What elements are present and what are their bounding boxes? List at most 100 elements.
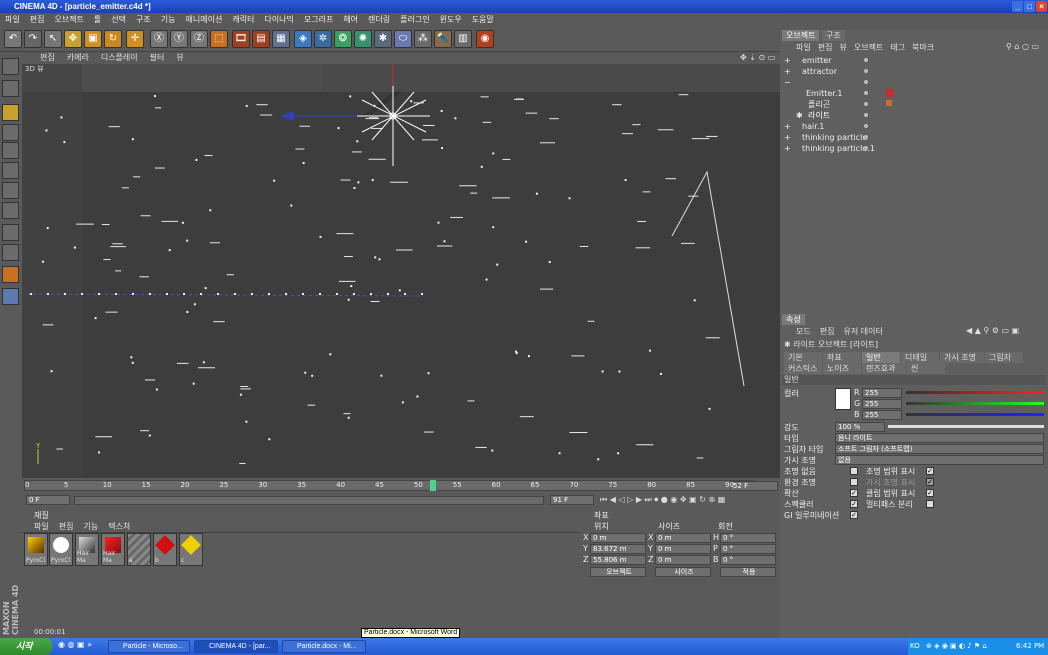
material-swatch[interactable]: Hair Ma <box>101 533 125 566</box>
position-y-field[interactable]: 83.672 m <box>590 544 646 554</box>
diffuse-checkbox[interactable]: ✓ <box>850 489 858 497</box>
menu-tools[interactable]: 툴 <box>89 13 106 27</box>
menu-window[interactable]: 윈도우 <box>435 13 467 27</box>
tab-structure[interactable]: 구조 <box>822 30 845 41</box>
scene-object-icon[interactable]: ⬭ <box>394 30 412 48</box>
menu-functions[interactable]: 기능 <box>156 13 181 27</box>
timeline-end-field[interactable]: 91 F <box>550 495 594 505</box>
language-indicator[interactable]: KO <box>910 638 920 655</box>
object-menu-bookmarks[interactable]: 북마크 <box>912 42 934 53</box>
object-row[interactable]: + hair.1 <box>780 121 1048 132</box>
object-menu-view[interactable]: 뷰 <box>839 42 846 53</box>
checker-icon[interactable] <box>2 224 19 241</box>
render-view-icon[interactable]: 🎞 <box>232 30 250 48</box>
tab-visible-light[interactable]: 가시 조명 <box>940 352 984 363</box>
tab-noise[interactable]: 노이즈 <box>823 363 861 374</box>
object-row[interactable]: − <box>780 77 1048 88</box>
workplane-icon[interactable] <box>2 266 19 283</box>
timeline-range-slider[interactable] <box>74 496 544 505</box>
size-mode-dropdown[interactable]: 사이즈 <box>655 567 711 577</box>
object-row[interactable]: + attractor <box>780 66 1048 77</box>
object-row[interactable]: + thinking particle <box>780 132 1048 143</box>
material-swatch[interactable]: Hair Ma <box>75 533 99 566</box>
color-g-field[interactable]: 255 <box>862 399 902 409</box>
tab-details[interactable]: 디테일 <box>901 352 939 363</box>
menu-edit[interactable]: 편집 <box>25 13 50 27</box>
render-picture-viewer-icon[interactable]: ▤ <box>252 30 270 48</box>
menu-hair[interactable]: 헤어 <box>338 13 363 27</box>
bp-paint-icon[interactable] <box>2 244 19 261</box>
points-tool-icon[interactable] <box>2 142 19 159</box>
tray-icons[interactable]: ⊕ ◈ ◉ ▣ ◐ ♪ ⚑ ⌂ <box>926 638 987 655</box>
visibility-dot[interactable] <box>864 124 868 128</box>
light-type-dropdown[interactable]: 옴니 라이트 <box>835 433 1044 443</box>
hair-object-icon[interactable]: ⁂ <box>414 30 432 48</box>
ambient-checkbox[interactable] <box>850 478 858 486</box>
apply-button[interactable]: 적용 <box>720 567 776 577</box>
visibility-dot[interactable] <box>864 69 868 73</box>
tab-lens-effects[interactable]: 렌즈효과 <box>862 363 906 374</box>
model-tool-icon[interactable] <box>2 104 19 121</box>
expand-icon[interactable]: + <box>784 132 791 143</box>
particle-icon[interactable]: ✱ <box>374 30 392 48</box>
redo-icon[interactable]: ↷ <box>24 30 42 48</box>
object-menu-file[interactable]: 파일 <box>796 42 811 53</box>
tag-icon[interactable] <box>886 89 894 97</box>
tab-objects[interactable]: 오브젝트 <box>782 30 820 41</box>
python-icon[interactable]: ◉ <box>476 30 494 48</box>
intensity-slider[interactable] <box>888 425 1044 428</box>
size-x-field[interactable]: 0 m <box>655 533 711 543</box>
cube-primitive-icon[interactable]: ◈ <box>294 30 312 48</box>
material-menu-file[interactable]: 파일 <box>34 521 49 532</box>
color-b-slider[interactable] <box>906 413 1044 416</box>
color-swatch[interactable] <box>835 388 851 410</box>
scale-tool-icon[interactable]: ▣ <box>84 30 102 48</box>
expand-icon[interactable]: + <box>784 55 791 66</box>
menu-render[interactable]: 렌더링 <box>363 13 395 27</box>
visibility-dot[interactable] <box>864 135 868 139</box>
layout-icon[interactable]: ▥ <box>454 30 472 48</box>
size-y-field[interactable]: 0 m <box>655 544 711 554</box>
timeline-ruler[interactable] <box>24 480 754 491</box>
snap-icon[interactable] <box>2 288 19 305</box>
show-clipping-checkbox[interactable]: ✓ <box>926 489 934 497</box>
tag-icon[interactable] <box>886 100 892 106</box>
position-x-field[interactable]: 0 m <box>590 533 646 543</box>
attr-menu-userdata[interactable]: 유저 데이터 <box>843 326 882 337</box>
object-menu-edit[interactable]: 편집 <box>818 42 833 53</box>
polygons-tool-icon[interactable] <box>2 182 19 199</box>
object-search-icon[interactable]: ⚲ ⌂ ○ ▭ <box>1006 42 1039 51</box>
viewport-menu-filter[interactable]: 필터 <box>144 52 171 64</box>
tab-shadow[interactable]: 그림자 <box>985 352 1023 363</box>
timeline-start-field[interactable]: 0 F <box>26 495 70 505</box>
show-visible-light-checkbox[interactable]: ✓ <box>926 478 934 486</box>
visibility-dot[interactable] <box>864 102 868 106</box>
object-menu-object[interactable]: 오브젝트 <box>854 42 883 53</box>
material-swatch[interactable]: b <box>153 533 177 566</box>
material-menu-edit[interactable]: 편집 <box>59 521 74 532</box>
array-icon[interactable]: ❂ <box>334 30 352 48</box>
close-button[interactable]: × <box>1036 1 1047 12</box>
timeline-current-marker[interactable] <box>430 480 436 491</box>
attr-menu-mode[interactable]: 모드 <box>796 326 811 337</box>
separate-pass-checkbox[interactable] <box>926 500 934 508</box>
object-row[interactable]: + thinking particle.1 <box>780 143 1048 154</box>
material-swatch[interactable]: c <box>179 533 203 566</box>
expand-icon[interactable]: − <box>784 77 791 88</box>
viewport-menu-display[interactable]: 디스플레이 <box>95 52 144 64</box>
deformer-icon[interactable]: ✺ <box>354 30 372 48</box>
undo-icon[interactable]: ↶ <box>4 30 22 48</box>
material-swatch[interactable]: PyroCl <box>49 533 73 566</box>
visibility-dot[interactable] <box>864 113 868 117</box>
tab-basic[interactable]: 기본 <box>784 352 822 363</box>
3d-viewport[interactable]: Y <box>22 64 780 478</box>
last-tool-icon[interactable]: ✛ <box>126 30 144 48</box>
attributes-title[interactable]: 속성 <box>782 314 805 325</box>
menu-structure[interactable]: 구조 <box>131 13 156 27</box>
minimize-button[interactable]: _ <box>1012 1 1023 12</box>
object-row[interactable]: ✱ 라이트 <box>780 110 1048 121</box>
start-button[interactable]: 시작 <box>0 638 52 655</box>
tab-coord[interactable]: 좌표 <box>823 352 861 363</box>
material-swatch[interactable]: a <box>127 533 151 566</box>
maximize-button[interactable]: □ <box>1024 1 1035 12</box>
